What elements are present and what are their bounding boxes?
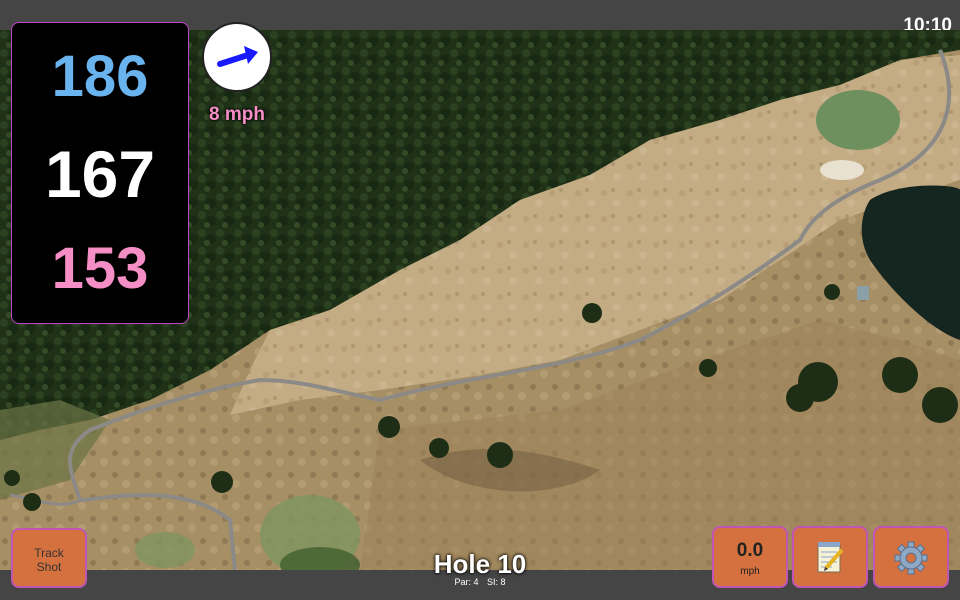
notes-button[interactable] [792, 526, 868, 588]
back-distance: 186 [51, 44, 149, 109]
wind-dial [202, 22, 272, 92]
middle-distance: 167 [44, 137, 156, 211]
hole-si: SI: 8 [487, 577, 506, 587]
track-shot-line2: Shot [36, 560, 62, 574]
distance-panel: 186 167 153 [11, 22, 189, 324]
speed-unit: mph [740, 566, 760, 577]
hole-par: Par: 4 [454, 577, 479, 587]
track-shot-button[interactable]: Track Shot [11, 528, 87, 588]
front-distance: 153 [51, 236, 149, 301]
wind-speed: 8 mph [209, 104, 265, 125]
hole-title: Hole 10 [433, 549, 527, 579]
speed-value: 0.0 [736, 540, 764, 561]
settings-button[interactable] [873, 526, 949, 588]
track-shot-line1: Track [34, 546, 64, 560]
arrow-icon [217, 46, 258, 67]
hole-details: Par: 4 SI: 8 [380, 577, 580, 587]
speed-button[interactable]: 0.0 mph [712, 526, 788, 588]
notepad-icon [817, 542, 844, 573]
track-shot-label: Track Shot [13, 546, 85, 574]
gear-icon [894, 541, 928, 575]
